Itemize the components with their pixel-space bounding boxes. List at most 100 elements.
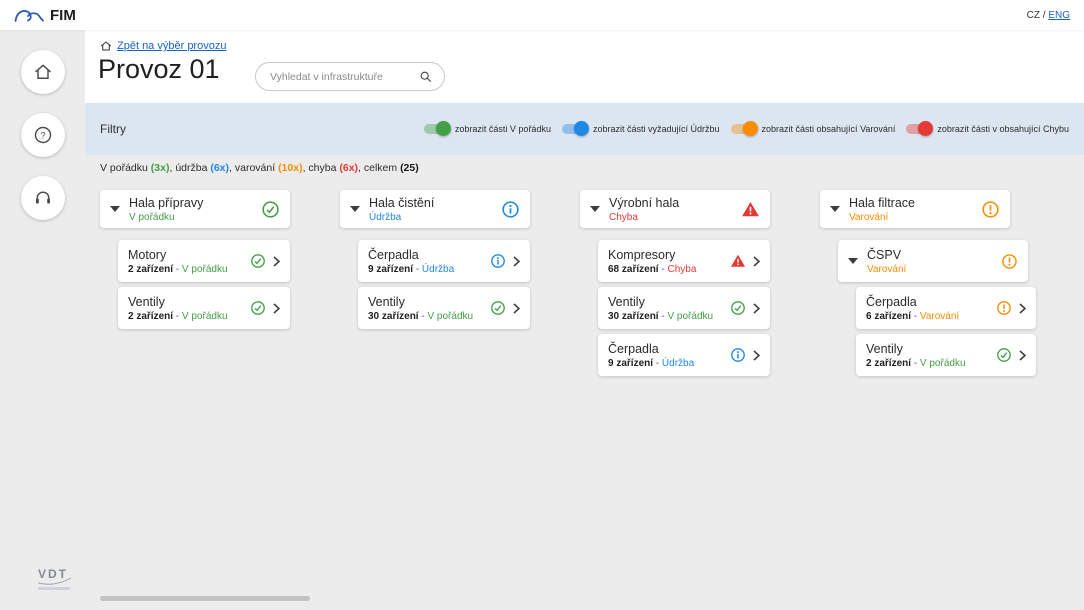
card-right-icons — [482, 300, 520, 316]
device-status: V pořádku — [920, 358, 966, 369]
device-separator: - — [173, 311, 182, 322]
toggle-label: zobrazit části V pořádku — [455, 124, 551, 134]
back-to-plant-selection-link[interactable]: Zpět na výběr provozu — [100, 40, 226, 52]
headset-icon — [33, 188, 53, 208]
chevron-right-icon — [1019, 303, 1026, 314]
toggle-switch-icon[interactable] — [562, 124, 587, 134]
category-title: Hala filtrace — [849, 196, 915, 210]
chevron-right-icon — [513, 303, 520, 314]
category-card[interactable]: Hala filtraceVarování — [820, 190, 1010, 228]
card-right-icons — [988, 347, 1026, 363]
device-name: Ventily — [128, 295, 228, 309]
device-status: Varování — [920, 311, 959, 322]
category-text: Hala čistěníÚdržba — [369, 196, 434, 223]
device-text: Ventily2 zařízení - V pořádku — [866, 342, 966, 369]
category-column: Hala filtraceVarováníČSPVVarováníČerpadl… — [820, 190, 1010, 381]
card-right-icons — [733, 200, 760, 219]
summary-count: (25) — [400, 162, 419, 174]
device-card[interactable]: Ventily30 zařízení - V pořádku — [358, 287, 530, 329]
device-card[interactable]: Motory2 zařízení - V pořádku — [118, 240, 290, 282]
category-title: Výrobní hala — [609, 196, 679, 210]
filter-toggle[interactable]: zobrazit části v obsahující Chybu — [906, 124, 1069, 134]
device-count: 68 zařízení — [608, 264, 659, 275]
device-separator: - — [653, 358, 662, 369]
filter-toggle[interactable]: zobrazit části obsahující Varování — [731, 124, 896, 134]
toggle-knob-icon — [918, 121, 933, 136]
chevron-right-icon — [273, 303, 280, 314]
card-right-icons — [242, 300, 280, 316]
device-status: Údržba — [422, 264, 454, 275]
device-card[interactable]: Ventily2 zařízení - V pořádku — [118, 287, 290, 329]
expand-collapse-icon[interactable] — [590, 206, 600, 212]
horizontal-scrollbar[interactable] — [100, 596, 310, 601]
category-status: V pořádku — [129, 212, 203, 223]
device-card[interactable]: Ventily2 zařízení - V pořádku — [856, 334, 1036, 376]
toggle-label: zobrazit části v obsahující Chybu — [937, 124, 1069, 134]
summary-text: , chyba — [303, 162, 340, 174]
category-status: Chyba — [609, 212, 679, 223]
expand-collapse-icon[interactable] — [110, 206, 120, 212]
chevron-right-icon — [273, 256, 280, 267]
check-status-icon — [490, 300, 506, 316]
device-text: Čerpadla6 zařízení - Varování — [866, 295, 959, 322]
search-icon[interactable] — [419, 70, 432, 83]
subcategory-status: Varování — [867, 264, 906, 275]
device-count-status: 2 zařízení - V pořádku — [866, 358, 966, 369]
filter-toggle[interactable]: zobrazit části vyžadující Údržbu — [562, 124, 720, 134]
search-box[interactable] — [255, 62, 445, 91]
support-nav-button[interactable] — [21, 176, 65, 220]
expand-collapse-icon[interactable] — [350, 206, 360, 212]
device-card[interactable]: Čerpadla6 zařízení - Varování — [856, 287, 1036, 329]
back-link-label[interactable]: Zpět na výběr provozu — [117, 40, 226, 52]
card-right-icons — [993, 253, 1018, 270]
brand-name: FIM — [50, 7, 76, 24]
card-right-icons — [722, 300, 760, 316]
chevron-right-icon — [1019, 350, 1026, 361]
subcategory-text: ČSPVVarování — [867, 248, 906, 275]
toggle-switch-icon[interactable] — [906, 124, 931, 134]
search-input[interactable] — [268, 70, 413, 84]
check-status-icon — [730, 300, 746, 316]
toggle-switch-icon[interactable] — [731, 124, 756, 134]
filter-toggle[interactable]: zobrazit části V pořádku — [424, 124, 551, 134]
device-count: 30 zařízení — [368, 311, 419, 322]
category-card[interactable]: Výrobní hala Chyba — [580, 190, 770, 228]
error-status-icon — [741, 200, 760, 219]
category-text: Hala filtraceVarování — [849, 196, 915, 223]
lang-cz[interactable]: CZ — [1027, 10, 1040, 21]
device-text: Ventily30 zařízení - V pořádku — [368, 295, 473, 322]
category-column: Výrobní hala Chyba Kompresory 68 zařízení -… — [580, 190, 770, 381]
device-separator: - — [911, 358, 920, 369]
category-card[interactable]: Hala čistěníÚdržba — [340, 190, 530, 228]
home-nav-button[interactable] — [21, 50, 65, 94]
category-column: Hala přípravyV pořádku Motory2 zařízení -… — [100, 190, 290, 381]
infrastructure-columns: Hala přípravyV pořádku Motory2 zařízení -… — [100, 190, 1010, 381]
device-name: Čerpadla — [368, 248, 454, 262]
help-nav-button[interactable]: ? — [21, 113, 65, 157]
toggle-label: zobrazit části vyžadující Údržbu — [593, 124, 720, 134]
info-status-icon — [730, 347, 746, 363]
device-count-status: 9 zařízení - Údržba — [368, 264, 454, 275]
toggle-switch-icon[interactable] — [424, 124, 449, 134]
device-card[interactable]: Ventily30 zařízení - V pořádku — [598, 287, 770, 329]
device-count: 30 zařízení — [608, 311, 659, 322]
summary-text: V pořádku — [100, 162, 151, 174]
device-card[interactable]: Kompresory68 zařízení - Chyba — [598, 240, 770, 282]
toggle-knob-icon — [436, 121, 451, 136]
vdt-footer-logo: VDT — [38, 567, 72, 590]
lang-eng-link[interactable]: ENG — [1048, 10, 1070, 21]
device-count-status: 30 zařízení - V pořádku — [608, 311, 713, 322]
check-status-icon — [996, 347, 1012, 363]
device-card[interactable]: Čerpadla9 zařízení - Údržba — [598, 334, 770, 376]
category-card[interactable]: Hala přípravyV pořádku — [100, 190, 290, 228]
card-right-icons — [973, 200, 1000, 219]
expand-collapse-icon[interactable] — [848, 258, 858, 264]
device-status: V pořádku — [667, 311, 713, 322]
device-card[interactable]: Čerpadla 9 zařízení - Údržba — [358, 240, 530, 282]
device-count: 2 zařízení — [128, 264, 173, 275]
device-count: 2 zařízení — [866, 358, 911, 369]
subcategory-card[interactable]: ČSPVVarování — [838, 240, 1028, 282]
device-count-status: 9 zařízení - Údržba — [608, 358, 694, 369]
device-name: Kompresory — [608, 248, 696, 262]
expand-collapse-icon[interactable] — [830, 206, 840, 212]
